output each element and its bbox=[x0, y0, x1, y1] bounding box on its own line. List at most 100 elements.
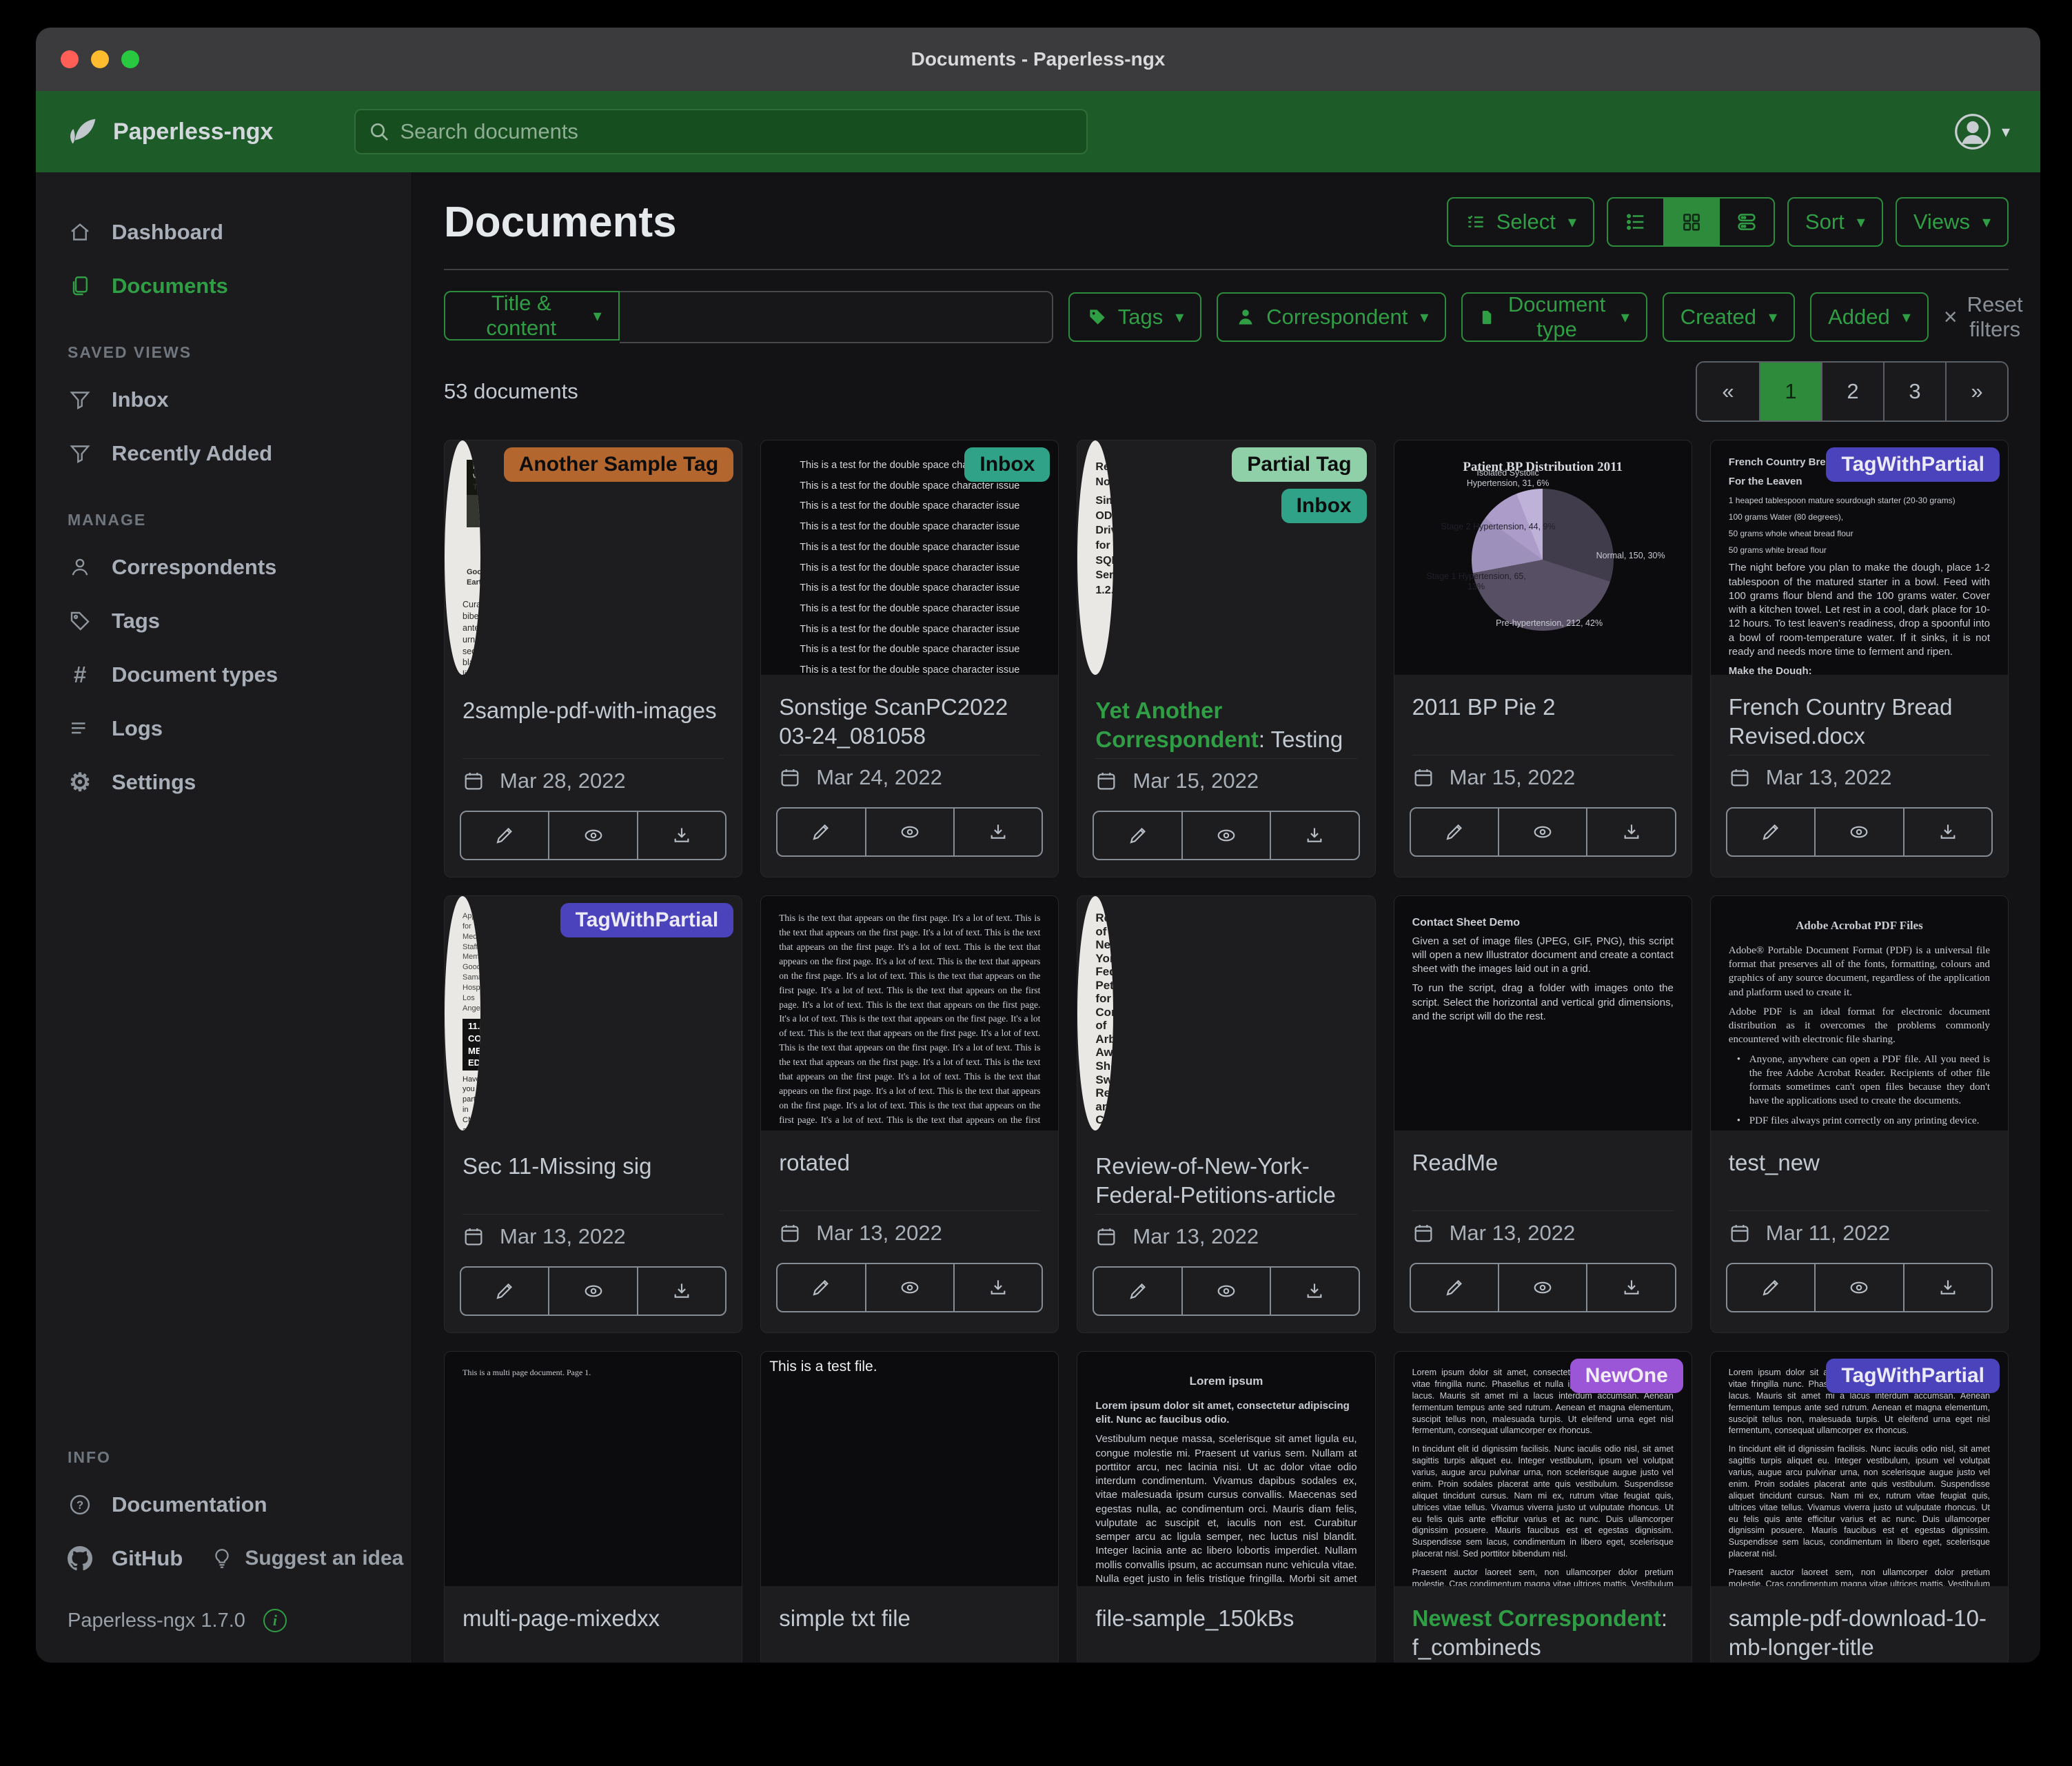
document-thumbnail[interactable]: This is a multi page document. Page 1. bbox=[445, 1352, 742, 1586]
preview-button[interactable] bbox=[1181, 1268, 1270, 1315]
filter-added-button[interactable]: Added bbox=[1810, 292, 1929, 342]
download-button[interactable] bbox=[953, 809, 1042, 855]
edit-button[interactable] bbox=[1094, 812, 1181, 859]
document-correspondent[interactable]: Yet Another Correspondent bbox=[1095, 698, 1265, 752]
document-card[interactable]: This is a multi page document. Page 1. m… bbox=[444, 1351, 742, 1663]
document-card[interactable]: Lorem ipsum dolor sit amet, consectetur … bbox=[1710, 1351, 2009, 1663]
document-thumbnail[interactable]: Contact Sheet DemoGiven a set of image f… bbox=[1394, 896, 1692, 1130]
detail-view-button[interactable] bbox=[1718, 199, 1774, 245]
sidebar-item-settings[interactable]: ⚙ Settings bbox=[36, 755, 412, 809]
app-logo[interactable]: Paperless-ngx bbox=[66, 115, 273, 148]
document-correspondent[interactable]: Newest Correspondent bbox=[1412, 1605, 1667, 1631]
document-card[interactable]: Release NotesSimba ODBC Driver for SQL S… bbox=[1077, 440, 1375, 877]
download-button[interactable] bbox=[1903, 1264, 1991, 1311]
views-button[interactable]: Views bbox=[1896, 197, 2009, 247]
sidebar-item-inbox[interactable]: Inbox bbox=[36, 373, 412, 427]
edit-button[interactable] bbox=[1411, 809, 1498, 855]
document-card[interactable]: Lorem ipsumLorem ipsum dolor sit amet, c… bbox=[1077, 1351, 1375, 1663]
preview-button[interactable] bbox=[1498, 1264, 1586, 1311]
download-button[interactable] bbox=[1586, 809, 1674, 855]
sidebar-item-github[interactable]: GitHub bbox=[36, 1532, 183, 1585]
preview-button[interactable] bbox=[1814, 1264, 1902, 1311]
tag-badge[interactable]: NewOne bbox=[1570, 1359, 1683, 1393]
document-title[interactable]: multi-page-mixedxx bbox=[445, 1586, 742, 1663]
document-thumbnail[interactable]: Application for Medical Staff MembersGoo… bbox=[445, 896, 480, 1130]
pagination-page-button[interactable]: 2 bbox=[1821, 363, 1883, 420]
preview-button[interactable] bbox=[865, 1264, 953, 1311]
preview-button[interactable] bbox=[1181, 812, 1270, 859]
tag-badge[interactable]: Inbox bbox=[964, 447, 1050, 482]
document-title[interactable]: simple txt file bbox=[761, 1586, 1058, 1663]
download-button[interactable] bbox=[637, 812, 725, 859]
pagination-page-button[interactable]: 3 bbox=[1883, 363, 1945, 420]
edit-button[interactable] bbox=[778, 1264, 864, 1311]
download-button[interactable] bbox=[1586, 1264, 1674, 1311]
preview-button[interactable] bbox=[1814, 809, 1902, 855]
download-button[interactable] bbox=[637, 1268, 725, 1315]
suggest-idea-link[interactable]: Suggest an idea bbox=[210, 1547, 403, 1570]
edit-button[interactable] bbox=[1411, 1264, 1498, 1311]
document-card[interactable]: Adobe Acrobat PDF FilesAdobe® Portable D… bbox=[1710, 895, 2009, 1333]
sidebar-item-correspondents[interactable]: Correspondents bbox=[36, 540, 412, 594]
download-button[interactable] bbox=[1903, 809, 1991, 855]
document-title[interactable]: Review-of-New-York-Federal-Petitions-art… bbox=[1077, 1134, 1374, 1214]
document-thumbnail[interactable]: Patient BP Distribution 2011Normal, 150,… bbox=[1394, 440, 1692, 675]
sidebar-item-dashboard[interactable]: Dashboard bbox=[36, 205, 412, 259]
reset-filters-button[interactable]: × Reset filters bbox=[1944, 292, 2023, 342]
preview-button[interactable] bbox=[548, 1268, 636, 1315]
edit-button[interactable] bbox=[1094, 1268, 1181, 1315]
sidebar-item-document-types[interactable]: # Document types bbox=[36, 648, 412, 702]
tag-badge[interactable]: TagWithPartial bbox=[560, 903, 734, 937]
sidebar-item-tags[interactable]: Tags bbox=[36, 594, 412, 648]
select-button[interactable]: Select bbox=[1447, 197, 1594, 247]
document-card[interactable]: Contact Sheet DemoGiven a set of image f… bbox=[1394, 895, 1692, 1333]
sidebar-item-recently-added[interactable]: Recently Added bbox=[36, 427, 412, 480]
document-card[interactable]: This is a test for the double space char… bbox=[760, 440, 1059, 877]
user-menu[interactable]: ▾ bbox=[1953, 112, 2010, 151]
document-card[interactable]: Review of New York Federal Petitions for… bbox=[1077, 895, 1375, 1333]
document-thumbnail[interactable]: Adobe Acrobat PDF FilesAdobe® Portable D… bbox=[1711, 896, 2008, 1130]
filter-created-button[interactable]: Created bbox=[1663, 292, 1795, 342]
document-card[interactable]: Patient BP Distribution 2011Normal, 150,… bbox=[1394, 440, 1692, 877]
edit-button[interactable] bbox=[778, 809, 864, 855]
tag-badge[interactable]: TagWithPartial bbox=[1826, 447, 2000, 482]
preview-button[interactable] bbox=[865, 809, 953, 855]
edit-button[interactable] bbox=[461, 812, 548, 859]
document-thumbnail[interactable]: Review of New York Federal Petitions for… bbox=[1077, 896, 1113, 1130]
download-button[interactable] bbox=[1270, 812, 1358, 859]
edit-button[interactable] bbox=[461, 1268, 548, 1315]
sidebar-item-documents[interactable]: Documents bbox=[36, 259, 412, 313]
document-title[interactable]: test_new bbox=[1711, 1130, 2008, 1210]
preview-button[interactable] bbox=[1498, 809, 1586, 855]
document-thumbnail[interactable]: Lorem ipsumLorem ipsum dolor sit amet, c… bbox=[1077, 1352, 1374, 1586]
tag-badge[interactable]: TagWithPartial bbox=[1826, 1359, 2000, 1393]
document-card[interactable]: Application for Medical Staff MembersGoo… bbox=[444, 895, 742, 1333]
document-card[interactable]: This is a test file. simple txt file bbox=[760, 1351, 1059, 1663]
tag-badge[interactable]: Another Sample Tag bbox=[504, 447, 733, 482]
filter-text-input[interactable] bbox=[620, 291, 1053, 343]
document-title[interactable]: rotated bbox=[761, 1130, 1058, 1210]
filter-tags-button[interactable]: Tags bbox=[1068, 292, 1202, 342]
info-icon[interactable]: i bbox=[263, 1609, 287, 1632]
sort-button[interactable]: Sort bbox=[1787, 197, 1883, 247]
filter-document-type-button[interactable]: Document type bbox=[1461, 292, 1647, 342]
search-box[interactable] bbox=[354, 109, 1088, 154]
document-title[interactable]: sample-pdf-download-10-mb-longer-title bbox=[1711, 1586, 2008, 1663]
document-title[interactable]: French Country Bread Revised.docx bbox=[1711, 675, 2008, 755]
download-button[interactable] bbox=[1270, 1268, 1358, 1315]
document-title[interactable]: Sec 11-Missing sig bbox=[445, 1134, 742, 1214]
download-button[interactable] bbox=[953, 1264, 1042, 1311]
document-thumbnail[interactable]: Boundary Waters TripGoogle EarthCurabitu… bbox=[445, 440, 480, 675]
pagination-next-button[interactable]: » bbox=[1945, 363, 2007, 420]
filter-correspondent-button[interactable]: Correspondent bbox=[1217, 292, 1446, 342]
document-card[interactable]: French Country BreadFor the Leaven1 heap… bbox=[1710, 440, 2009, 877]
document-title[interactable]: 2011 BP Pie 2 bbox=[1394, 675, 1692, 755]
search-input[interactable] bbox=[400, 119, 1074, 144]
document-title[interactable]: Newest Correspondent f_combineds bbox=[1394, 1586, 1692, 1663]
pagination-prev-button[interactable]: « bbox=[1697, 363, 1759, 420]
preview-button[interactable] bbox=[548, 812, 636, 859]
tag-badge[interactable]: Partial Tag bbox=[1232, 447, 1366, 482]
list-view-button[interactable] bbox=[1608, 199, 1663, 245]
document-title[interactable]: ReadMe bbox=[1394, 1130, 1692, 1210]
edit-button[interactable] bbox=[1727, 809, 1814, 855]
